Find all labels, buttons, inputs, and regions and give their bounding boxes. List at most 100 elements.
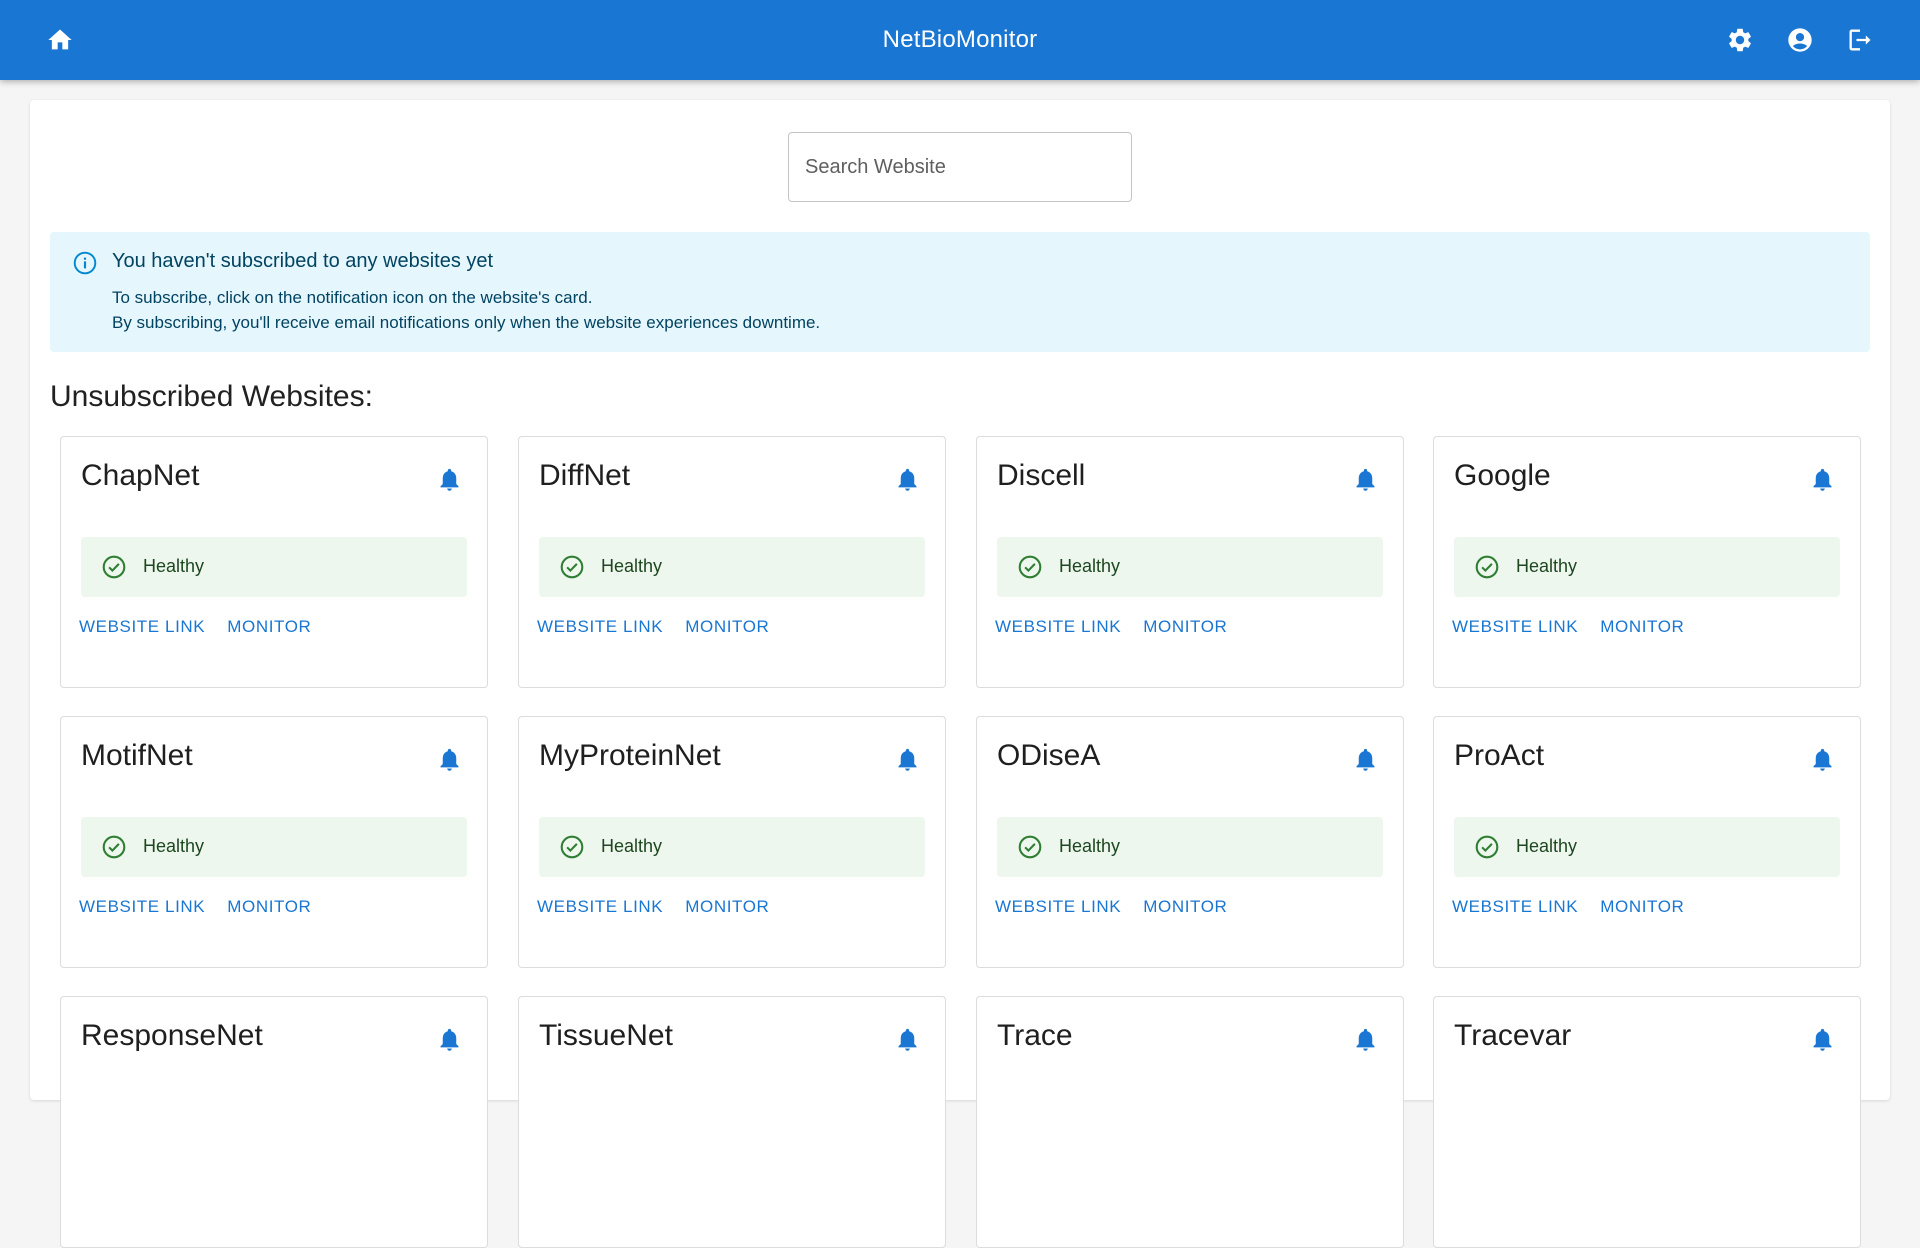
check-circle-icon <box>1475 555 1499 579</box>
status-text: Healthy <box>143 556 205 576</box>
bell-icon <box>898 468 916 491</box>
status-text: Healthy <box>1516 836 1578 856</box>
website-card: Tracevar <box>1433 996 1861 1248</box>
status-text: Healthy <box>143 836 205 856</box>
check-circle-icon <box>102 555 126 579</box>
home-button[interactable] <box>36 16 84 64</box>
subscribe-button[interactable] <box>889 741 925 777</box>
logout-icon <box>1849 29 1871 51</box>
website-card: Google Healthy WEBSITE LINK MONITOR <box>1433 436 1861 688</box>
website-name: Trace <box>997 1019 1073 1052</box>
subscribe-button[interactable] <box>1804 1021 1840 1057</box>
website-name: MyProteinNet <box>539 739 721 772</box>
website-card: Discell Healthy WEBSITE LINK MONITOR <box>976 436 1404 688</box>
card-actions: WEBSITE LINK MONITOR <box>527 889 781 925</box>
card-actions: WEBSITE LINK MONITOR <box>1442 609 1696 645</box>
status-badge: Healthy <box>997 817 1383 877</box>
bell-icon <box>440 748 458 771</box>
card-actions: WEBSITE LINK MONITOR <box>985 889 1239 925</box>
monitor-button[interactable]: MONITOR <box>217 889 321 925</box>
check-circle-icon <box>1475 835 1499 859</box>
bell-icon <box>1813 748 1831 771</box>
info-icon <box>73 251 97 275</box>
status-text: Healthy <box>1059 556 1121 576</box>
website-name: Tracevar <box>1454 1019 1572 1052</box>
check-circle-icon <box>1018 835 1042 859</box>
subscribe-button[interactable] <box>1347 461 1383 497</box>
status-badge: Healthy <box>1454 537 1840 597</box>
website-card: ResponseNet <box>60 996 488 1248</box>
info-alert: You haven't subscribed to any websites y… <box>50 232 1870 352</box>
monitor-button[interactable]: MONITOR <box>1590 889 1694 925</box>
website-name: ODiseA <box>997 739 1101 772</box>
alert-message-line: By subscribing, you'll receive email not… <box>112 313 821 332</box>
bell-icon <box>1813 468 1831 491</box>
app-bar: NetBioMonitor <box>0 0 1920 80</box>
status-text: Healthy <box>1059 836 1121 856</box>
app-title: NetBioMonitor <box>882 26 1038 53</box>
account-button[interactable] <box>1776 16 1824 64</box>
status-badge: Healthy <box>539 537 925 597</box>
website-name: Discell <box>997 459 1086 492</box>
website-link-button[interactable]: WEBSITE LINK <box>69 609 215 645</box>
website-card: ODiseA Healthy WEBSITE LINK MONITOR <box>976 716 1404 968</box>
subscribe-button[interactable] <box>431 1021 467 1057</box>
card-actions: WEBSITE LINK MONITOR <box>69 889 323 925</box>
subscribe-button[interactable] <box>889 461 925 497</box>
website-link-button[interactable]: WEBSITE LINK <box>1442 889 1588 925</box>
card-actions: WEBSITE LINK MONITOR <box>527 609 781 645</box>
main-content: You haven't subscribed to any websites y… <box>30 100 1890 1248</box>
check-circle-icon <box>102 835 126 859</box>
subscribe-button[interactable] <box>1347 1021 1383 1057</box>
subscribe-button[interactable] <box>889 1021 925 1057</box>
status-badge: Healthy <box>81 817 467 877</box>
website-card: TissueNet <box>518 996 946 1248</box>
monitor-button[interactable]: MONITOR <box>675 609 779 645</box>
logout-button[interactable] <box>1836 16 1884 64</box>
account-circle-icon <box>1788 28 1812 52</box>
bell-icon <box>898 1028 916 1051</box>
status-badge: Healthy <box>997 537 1383 597</box>
monitor-button[interactable]: MONITOR <box>675 889 779 925</box>
section-title: Unsubscribed Websites: <box>50 380 373 413</box>
check-circle-icon <box>560 835 584 859</box>
website-name: Google <box>1454 459 1551 492</box>
bell-icon <box>1356 1028 1374 1051</box>
monitor-button[interactable]: MONITOR <box>217 609 321 645</box>
website-name: ProAct <box>1454 739 1545 772</box>
website-link-button[interactable]: WEBSITE LINK <box>985 609 1131 645</box>
gear-icon <box>1729 28 1751 52</box>
website-card: ProAct Healthy WEBSITE LINK MONITOR <box>1433 716 1861 968</box>
status-badge: Healthy <box>1454 817 1840 877</box>
subscribe-button[interactable] <box>431 461 467 497</box>
alert-message-line: To subscribe, click on the notification … <box>112 288 593 307</box>
website-link-button[interactable]: WEBSITE LINK <box>985 889 1131 925</box>
status-badge: Healthy <box>539 817 925 877</box>
subscribe-button[interactable] <box>1804 461 1840 497</box>
website-link-button[interactable]: WEBSITE LINK <box>1442 609 1588 645</box>
bell-icon <box>898 748 916 771</box>
bell-icon <box>440 1028 458 1051</box>
status-text: Healthy <box>1516 556 1578 576</box>
settings-button[interactable] <box>1716 16 1764 64</box>
website-card: ChapNet Healthy WEBSITE LINK MONITOR <box>60 436 488 688</box>
website-link-button[interactable]: WEBSITE LINK <box>527 889 673 925</box>
subscribe-button[interactable] <box>1347 741 1383 777</box>
website-link-button[interactable]: WEBSITE LINK <box>69 889 215 925</box>
website-name: ResponseNet <box>81 1019 263 1052</box>
subscribe-button[interactable] <box>1804 741 1840 777</box>
search-field[interactable] <box>788 132 1132 202</box>
card-actions: WEBSITE LINK MONITOR <box>69 609 323 645</box>
website-link-button[interactable]: WEBSITE LINK <box>527 609 673 645</box>
subscribe-button[interactable] <box>431 741 467 777</box>
website-card: DiffNet Healthy WEBSITE LINK MONITOR <box>518 436 946 688</box>
website-card: MotifNet Healthy WEBSITE LINK MONITOR <box>60 716 488 968</box>
website-name: ChapNet <box>81 459 200 492</box>
monitor-button[interactable]: MONITOR <box>1590 609 1694 645</box>
search-input[interactable] <box>805 155 1115 179</box>
website-name: DiffNet <box>539 459 631 492</box>
bell-icon <box>1813 1028 1831 1051</box>
monitor-button[interactable]: MONITOR <box>1133 609 1237 645</box>
status-text: Healthy <box>601 556 663 576</box>
monitor-button[interactable]: MONITOR <box>1133 889 1237 925</box>
